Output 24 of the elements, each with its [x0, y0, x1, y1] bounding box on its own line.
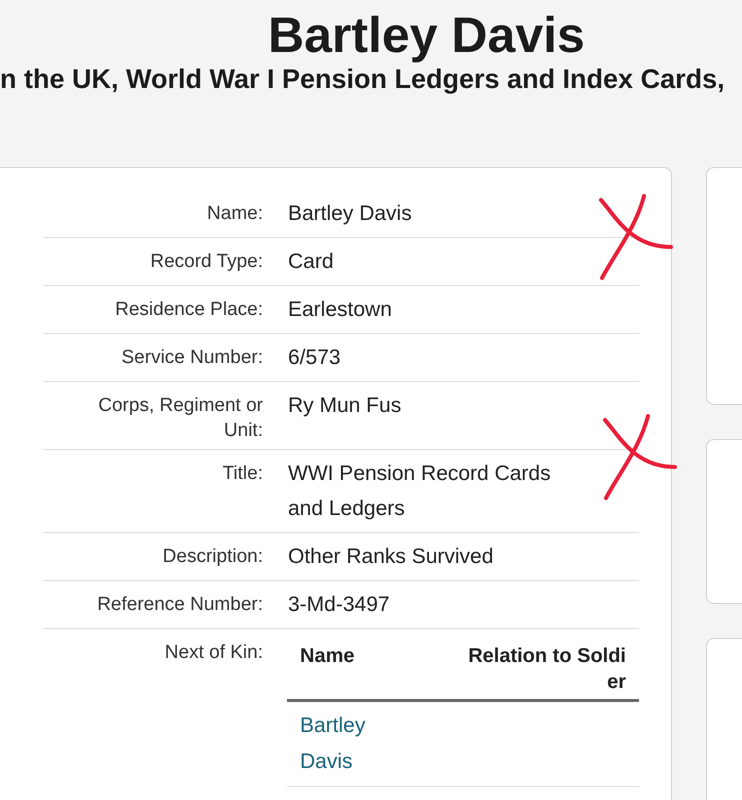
field-value: Bartley Davis: [288, 201, 412, 227]
field-label: Reference Number:: [97, 593, 263, 617]
field-label: Title:: [222, 462, 263, 486]
field-value: Card: [288, 249, 334, 275]
field-value: 3-Md-3497: [288, 592, 390, 618]
field-value: Earlestown: [288, 297, 392, 323]
field-label: Name:: [207, 202, 263, 226]
column-header: Relation to Soldier: [467, 644, 626, 695]
kin-name-link[interactable]: Bartley Davis: [300, 708, 400, 780]
column-header: Name: [300, 644, 354, 669]
field-label: Service Number:: [122, 346, 263, 370]
cross-mark-icon: [600, 412, 680, 502]
cross-mark-icon: [596, 192, 676, 282]
field-value: Other Ranks Survived: [288, 544, 494, 570]
field-label: Corps, Regiment or Unit:: [97, 394, 263, 443]
field-label: Next of Kin:: [164, 641, 263, 665]
field-label: Description:: [162, 545, 263, 569]
page-subtitle: n the UK, World War I Pension Ledgers and Index Cards,: [0, 64, 726, 94]
field-value: WWI Pension Record Cards and Ledgers: [288, 461, 552, 522]
field-label: Residence Place:: [115, 298, 263, 322]
field-label: Record Type:: [150, 250, 263, 274]
field-value: 6/573: [288, 345, 341, 371]
field-value: Ry Mun Fus: [288, 393, 402, 419]
page-title: Bartley Davis: [267, 6, 586, 64]
